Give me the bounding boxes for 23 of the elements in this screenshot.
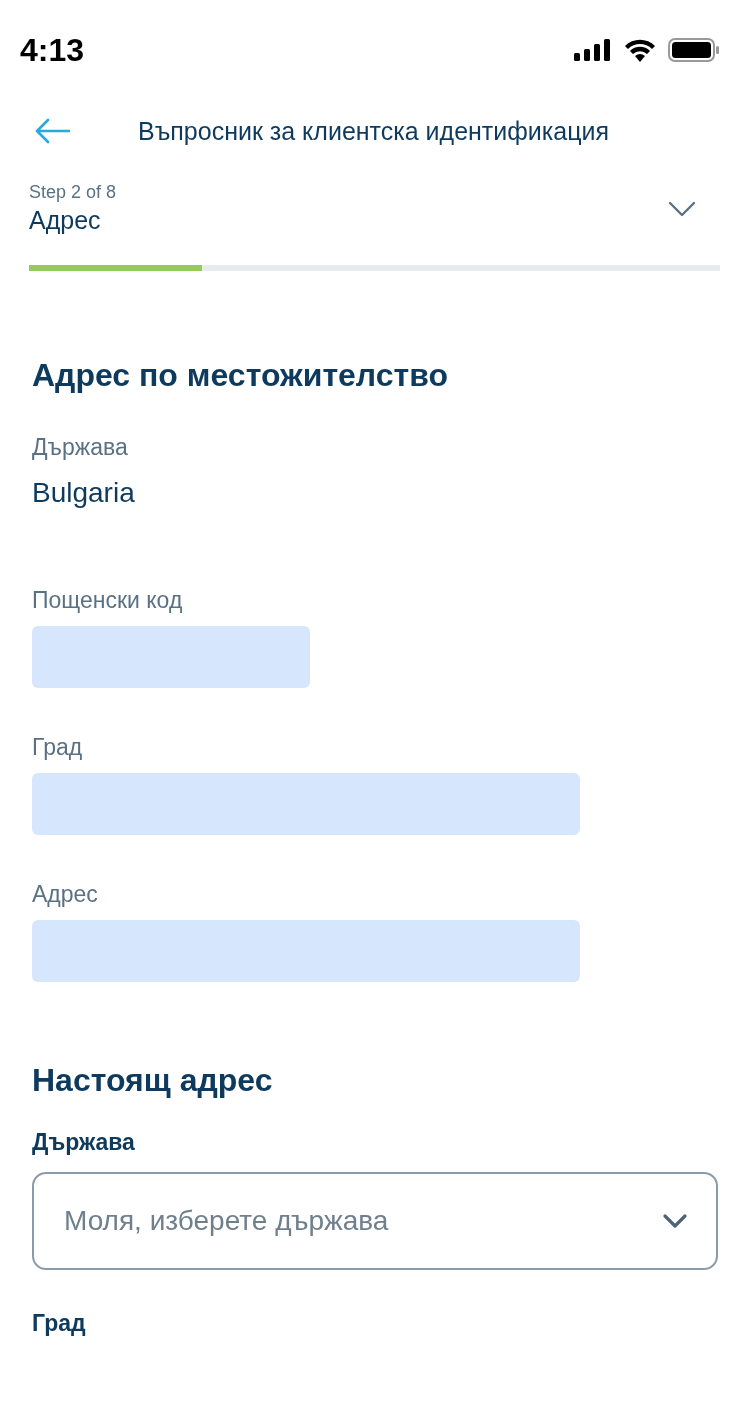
screen-title: Въпросник за клиентска идентификация [138, 116, 610, 146]
field-label: Държава [32, 434, 128, 461]
input-field[interactable] [32, 920, 580, 982]
status-time: 4:13 [20, 31, 85, 69]
back-arrow-icon[interactable] [34, 118, 70, 144]
field-label: Адрес [32, 881, 99, 908]
input-field[interactable] [32, 626, 310, 688]
step-counter: Step 2 of 8 [29, 182, 117, 203]
section-heading: Адрес по местожителство [32, 357, 448, 394]
country-dropdown[interactable]: Моля, изберете държава [32, 1172, 718, 1270]
field-label: Град [32, 734, 84, 761]
field-label: Град [32, 1310, 86, 1337]
field-label: Пощенски код [32, 587, 184, 614]
signal-icon [574, 39, 612, 61]
section-heading: Настоящ адрес [32, 1062, 273, 1099]
field-label: Държава [32, 1129, 135, 1156]
step-name: Адрес [29, 206, 102, 235]
chevron-down-icon [662, 1213, 688, 1229]
input-field[interactable] [32, 773, 580, 835]
wifi-icon [624, 38, 656, 62]
chevron-down-icon[interactable] [668, 200, 696, 217]
battery-icon [668, 38, 720, 62]
field-value: Bulgaria [32, 477, 135, 509]
